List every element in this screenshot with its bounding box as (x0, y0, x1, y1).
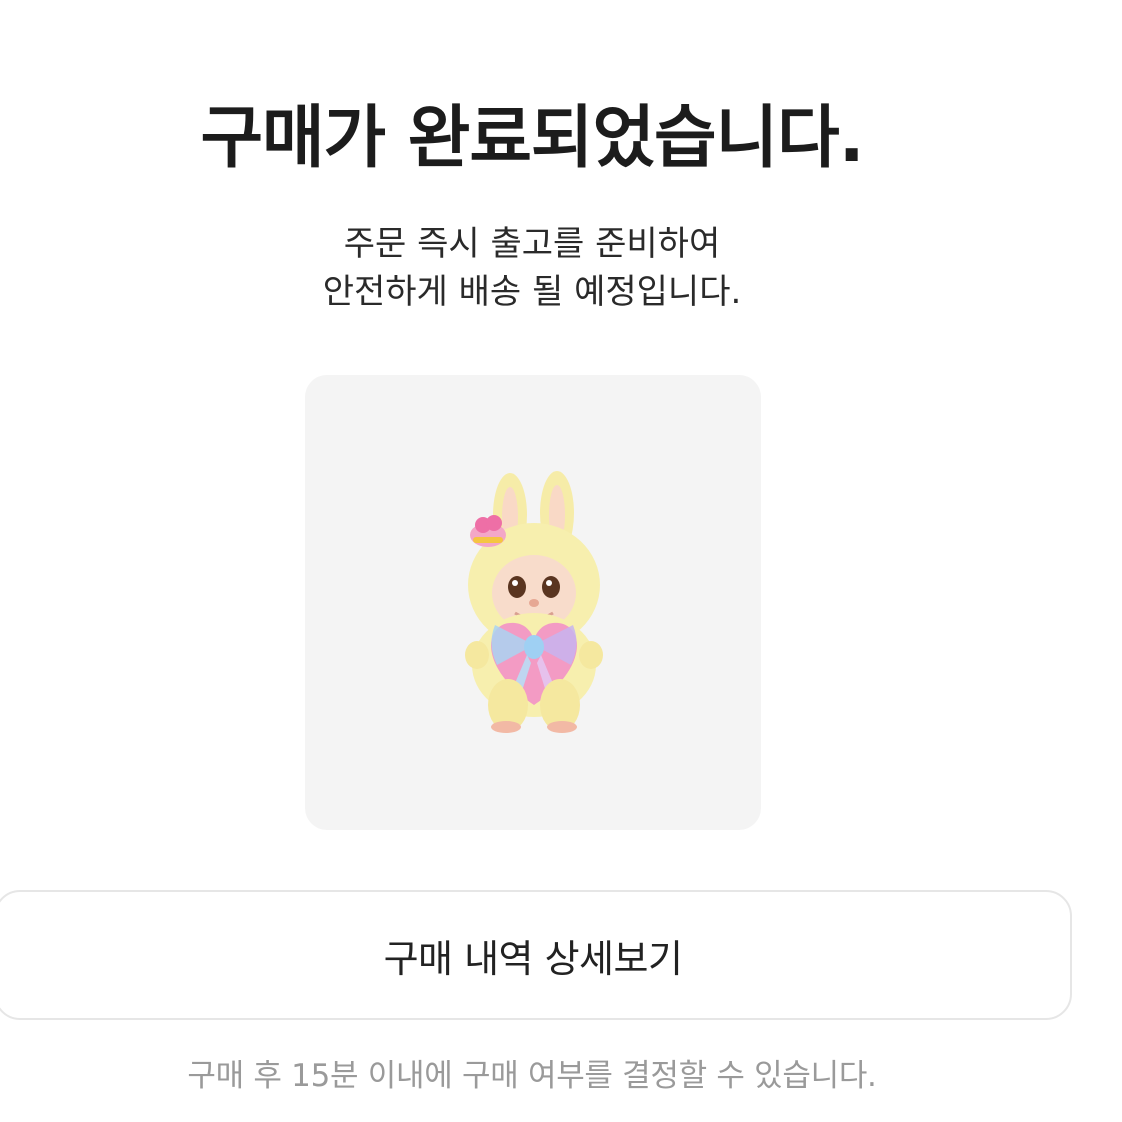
order-detail-button[interactable]: 구매 내역 상세보기 (0, 890, 1072, 1020)
plush-doll-icon (465, 471, 603, 733)
completion-message: 주문 즉시 출고를 준비하여 안전하게 배송 될 예정입니다. (0, 220, 1064, 316)
product-image-card (305, 375, 761, 830)
completion-message-line-1: 주문 즉시 출고를 준비하여 (343, 224, 721, 264)
purchase-decision-note: 구매 후 15분 이내에 구매 여부를 결정할 수 있습니다. (187, 1058, 877, 1094)
page-title: 구매가 완료되었습니다. (200, 99, 864, 178)
order-detail-button-label: 구매 내역 상세보기 (383, 936, 683, 981)
completion-message-line-2: 안전하게 배송 될 예정입니다. (322, 272, 742, 312)
